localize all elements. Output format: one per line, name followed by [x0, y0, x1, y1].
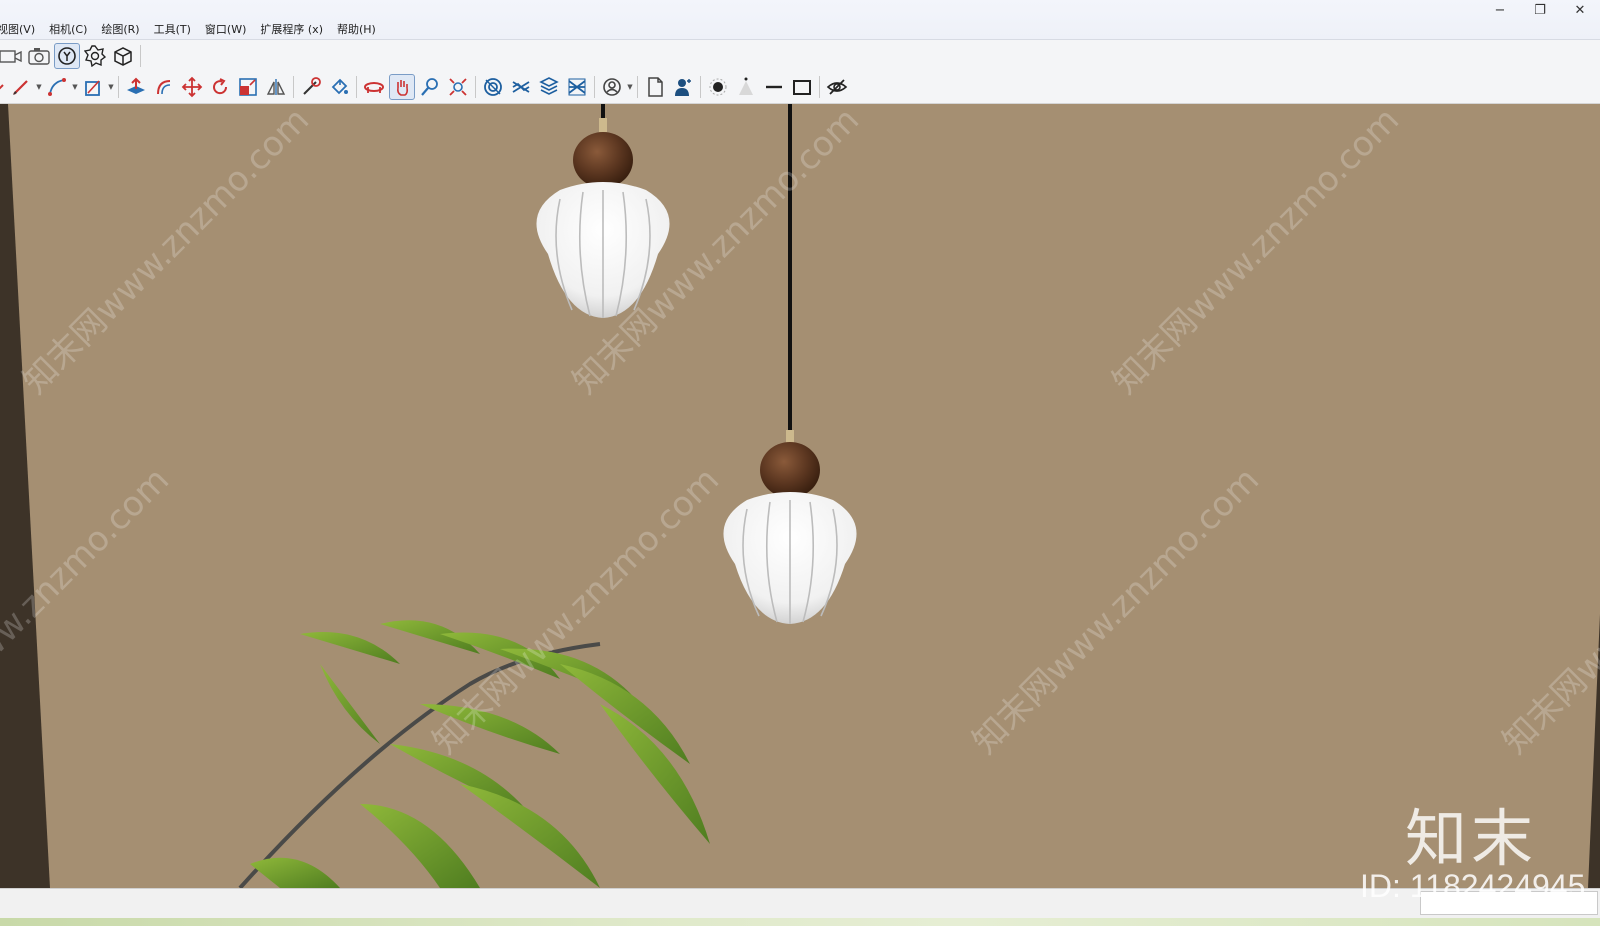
paint-bucket-icon[interactable]	[326, 74, 352, 100]
restore-button[interactable]: ❐	[1520, 0, 1560, 20]
section-plane-icon[interactable]	[480, 74, 506, 100]
model-viewport[interactable]: 知末网www.znzmo.com 知末网www.znzmo.com 知末网www…	[0, 104, 1600, 888]
tape-measure-icon[interactable]	[298, 74, 324, 100]
rotate-icon[interactable]	[207, 74, 233, 100]
close-button[interactable]: ✕	[1560, 0, 1600, 20]
components-icon[interactable]	[82, 43, 108, 69]
menu-draw[interactable]: 绘图(R)	[94, 22, 146, 38]
page-icon[interactable]	[642, 74, 668, 100]
hidden-eye-icon[interactable]	[824, 74, 850, 100]
chevron-down-icon[interactable]: ▼	[35, 74, 43, 100]
toolbar-separator	[356, 76, 357, 98]
orbit-select-icon[interactable]	[54, 42, 80, 69]
circle-dot-icon[interactable]	[705, 74, 731, 100]
zoom-icon[interactable]	[417, 74, 443, 100]
toolbar-separator	[140, 44, 141, 67]
push-pull-icon[interactable]	[123, 74, 149, 100]
taskbar-strip	[0, 918, 1600, 926]
line-icon[interactable]	[761, 74, 787, 100]
section-fill-icon[interactable]	[564, 74, 590, 100]
menu-window[interactable]: 窗口(W)	[198, 22, 253, 38]
toolbar-separator	[118, 76, 119, 98]
toolbar-separator	[819, 76, 820, 98]
brand-id-label: ID: 1182424945	[1360, 868, 1586, 904]
minimize-button[interactable]: −	[1480, 0, 1520, 20]
menu-camera[interactable]: 相机(C)	[42, 22, 94, 38]
camera-photo-icon[interactable]	[26, 43, 52, 69]
pencil-icon[interactable]	[8, 74, 34, 100]
rectangle-icon[interactable]	[80, 74, 106, 100]
pan-icon[interactable]	[389, 74, 415, 100]
camera-toolbar	[0, 40, 1600, 71]
toolbar-separator	[700, 76, 701, 98]
menu-help[interactable]: 帮助(H)	[330, 22, 383, 38]
camera-video-icon[interactable]	[0, 43, 24, 69]
menu-view[interactable]: 视图(V)	[0, 22, 42, 38]
brand-logo: 知末	[1405, 802, 1538, 875]
chevron-down-icon[interactable]: ▼	[71, 74, 79, 100]
user-icon[interactable]	[599, 74, 625, 100]
menu-bar: 视图(V) 相机(C) 绘图(R) 工具(T) 窗口(W) 扩展程序 (x) 帮…	[0, 22, 383, 38]
title-bar: 视图(V) 相机(C) 绘图(R) 工具(T) 窗口(W) 扩展程序 (x) 帮…	[0, 0, 1600, 40]
toolbar-separator	[637, 76, 638, 98]
menu-extensions[interactable]: 扩展程序 (x)	[253, 22, 330, 38]
toolbar-separator	[475, 76, 476, 98]
chevron-down-icon[interactable]: ▼	[626, 74, 634, 100]
flip-icon[interactable]	[263, 74, 289, 100]
person-icon[interactable]	[670, 74, 696, 100]
square-icon[interactable]	[789, 74, 815, 100]
cone-icon[interactable]	[733, 74, 759, 100]
toolbar-separator	[293, 76, 294, 98]
follow-me-icon[interactable]	[151, 74, 177, 100]
menu-tools[interactable]: 工具(T)	[147, 22, 198, 38]
scene-render	[0, 104, 1600, 888]
move-icon[interactable]	[179, 74, 205, 100]
scale-icon[interactable]	[235, 74, 261, 100]
box-3d-icon[interactable]	[110, 43, 136, 69]
line-tool-icon[interactable]	[0, 74, 6, 100]
section-display-icon[interactable]	[536, 74, 562, 100]
orbit-icon[interactable]	[361, 74, 387, 100]
zoom-extents-icon[interactable]	[445, 74, 471, 100]
chevron-down-icon[interactable]: ▼	[107, 74, 115, 100]
window-controls: − ❐ ✕	[1480, 0, 1600, 20]
tools-toolbar: ▼ ▼ ▼ ▼	[0, 71, 1600, 104]
arc-icon[interactable]	[44, 74, 70, 100]
toolbar-separator	[594, 76, 595, 98]
section-cut-icon[interactable]	[508, 74, 534, 100]
